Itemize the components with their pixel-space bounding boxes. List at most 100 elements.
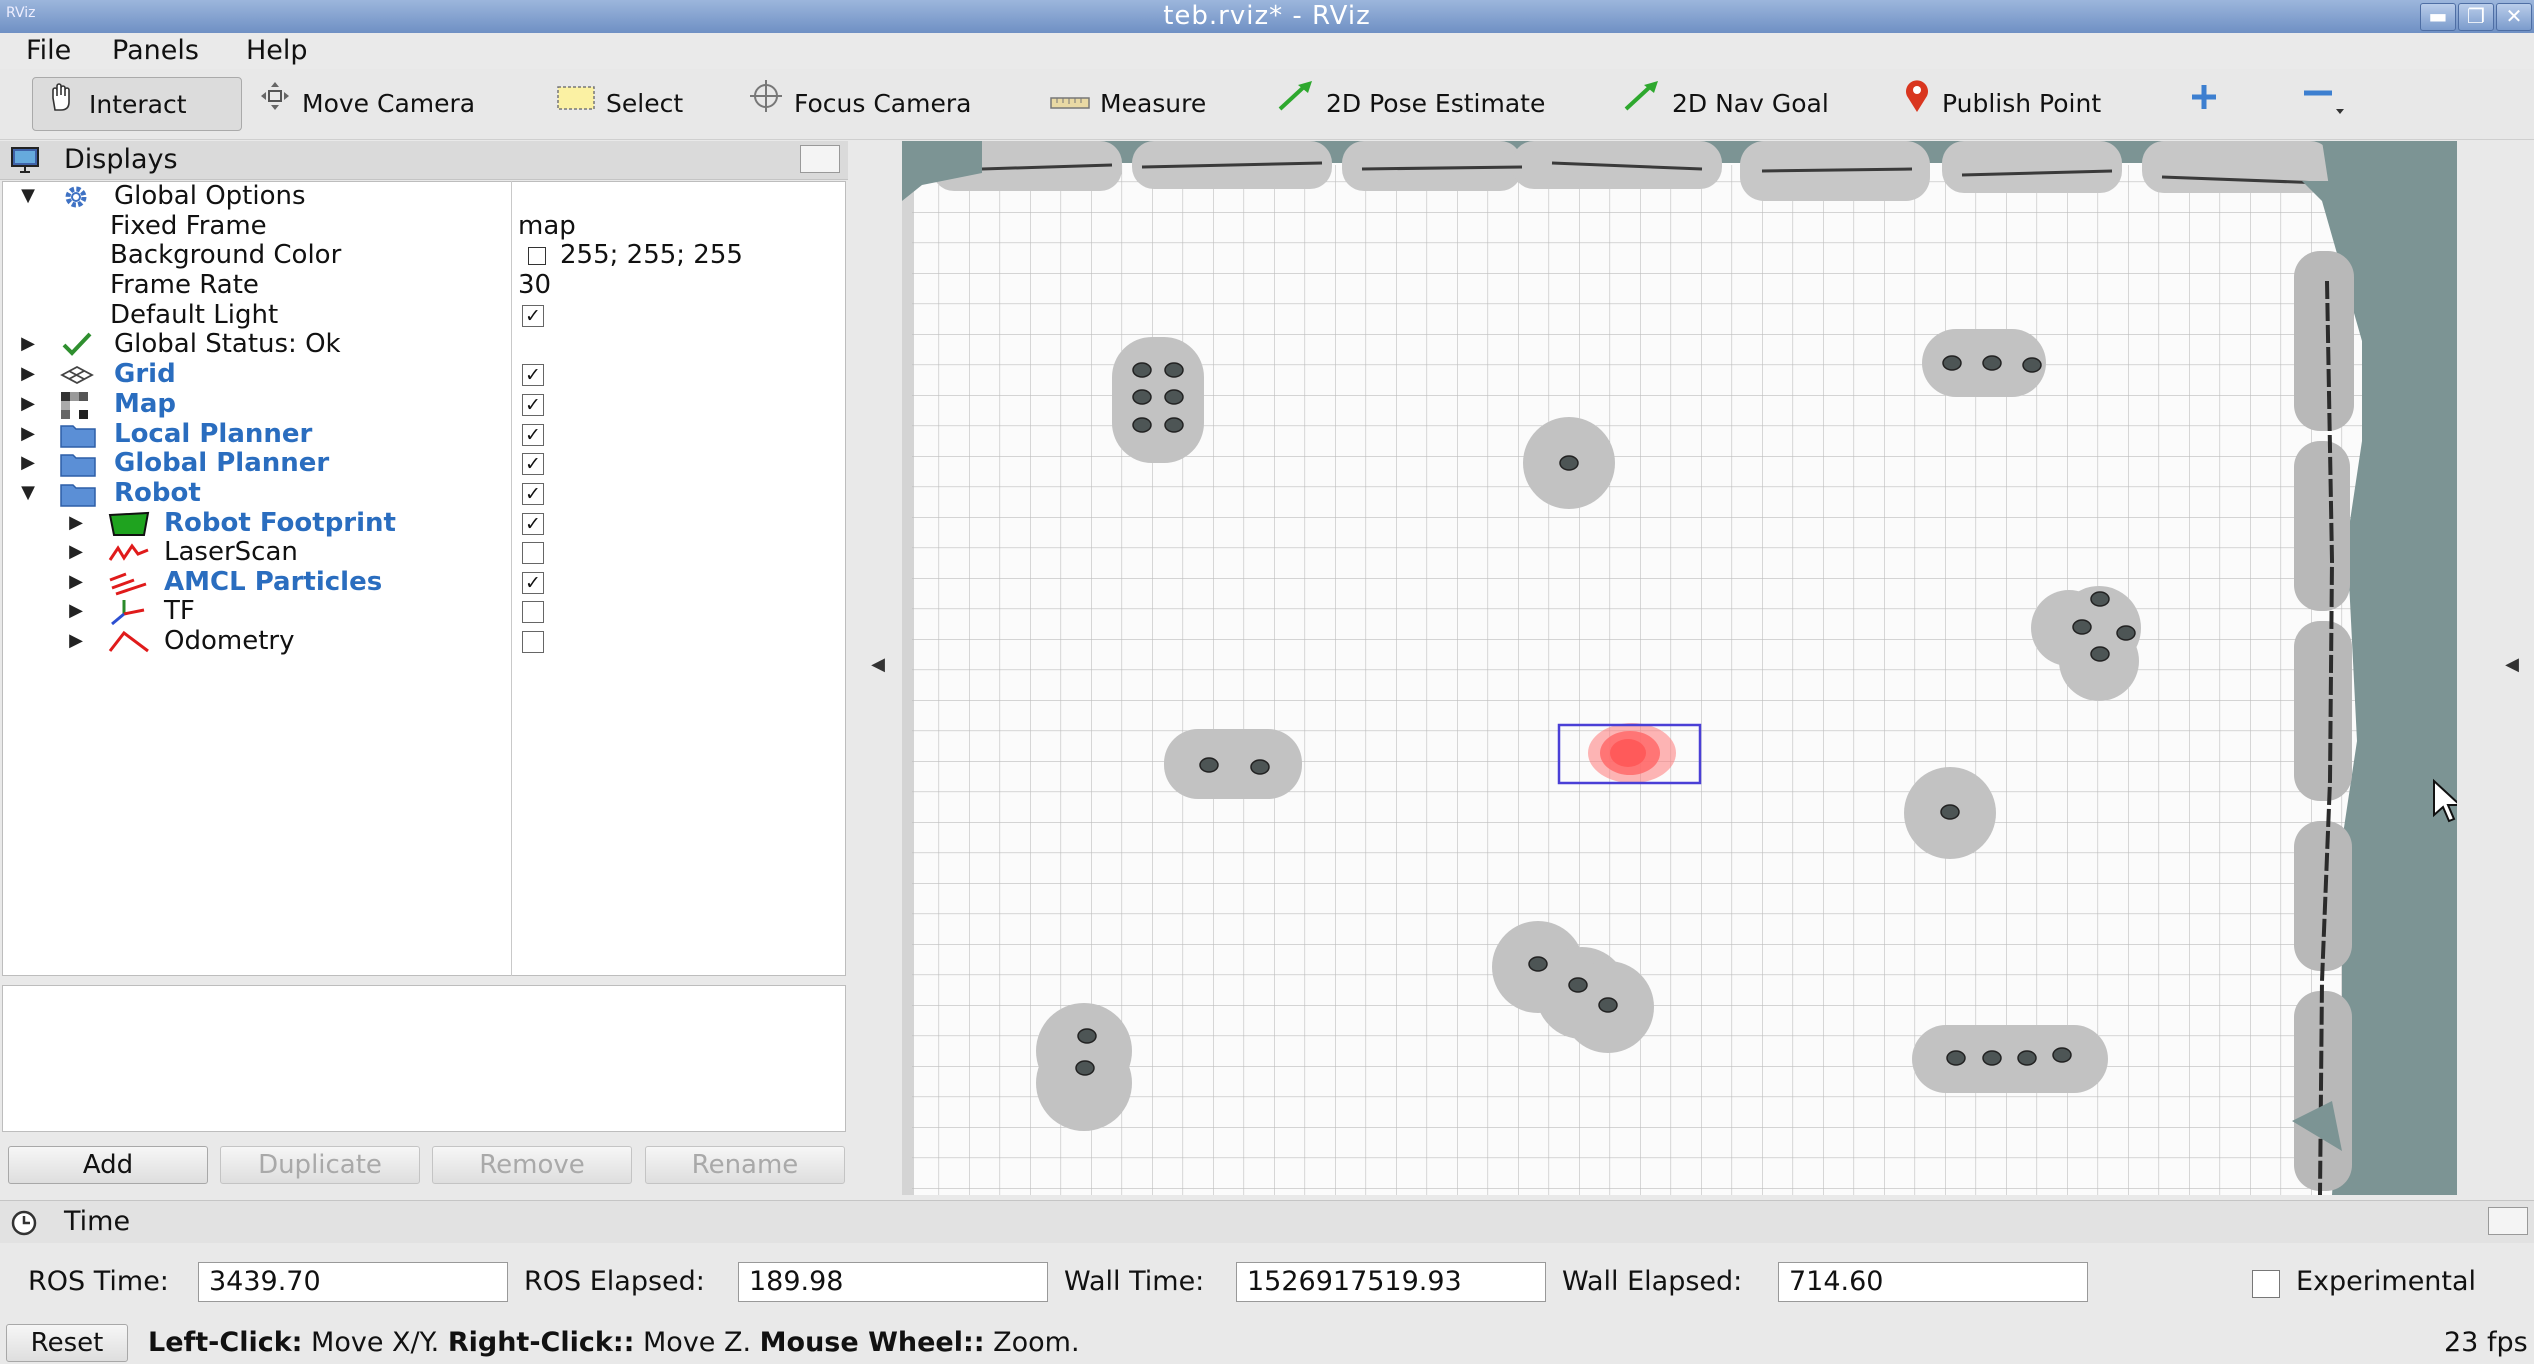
menu-file[interactable]: File xyxy=(26,33,71,69)
checkmark-icon xyxy=(62,331,92,364)
collapsed-arrow-icon[interactable]: ▶ xyxy=(66,601,86,621)
tool-2d-pose-estimate[interactable]: 2D Pose Estimate xyxy=(1276,77,1545,131)
gear-icon xyxy=(62,183,90,218)
collapse-right-panel-button[interactable]: ◀ xyxy=(2502,650,2522,680)
fps-counter: 23 fps xyxy=(2444,1327,2528,1358)
collapsed-arrow-icon[interactable]: ▶ xyxy=(66,572,86,592)
wall-elapsed-field[interactable]: 714.60 xyxy=(1778,1262,2088,1302)
window-titlebar: RViz teb.rviz* - RViz ▬ ❐ ✕ xyxy=(0,0,2534,33)
ros-time-label: ROS Time: xyxy=(28,1266,169,1297)
close-button[interactable]: ✕ xyxy=(2496,3,2532,31)
minus-icon xyxy=(2300,77,2348,136)
collapsed-arrow-icon[interactable]: ▶ xyxy=(66,631,86,651)
wall-time-label: Wall Time: xyxy=(1064,1266,1205,1297)
display-checkbox[interactable]: ✓ xyxy=(522,572,544,594)
wall-elapsed-label: Wall Elapsed: xyxy=(1562,1266,1743,1297)
hand-icon xyxy=(45,79,79,133)
display-checkbox[interactable] xyxy=(522,631,544,653)
panel-undock-button[interactable] xyxy=(2488,1207,2528,1235)
displays-panel-header: Displays xyxy=(0,141,848,180)
ruler-icon xyxy=(1050,78,1090,132)
tool-interact[interactable]: Interact xyxy=(32,77,242,131)
tool-move-camera[interactable]: Move Camera xyxy=(258,77,475,131)
collapsed-arrow-icon[interactable]: ▶ xyxy=(18,424,38,444)
minimize-button[interactable]: ▬ xyxy=(2420,3,2456,31)
map-pin-icon xyxy=(1902,78,1932,133)
display-checkbox[interactable]: ✓ xyxy=(522,513,544,535)
mouse-wheel-action: Zoom. xyxy=(984,1327,1080,1358)
tree-label: Frame Rate xyxy=(110,270,259,300)
tree-label: Default Light xyxy=(110,300,279,330)
amcl-particle-cloud xyxy=(1588,723,1676,783)
select-icon xyxy=(556,78,596,132)
tree-label: Robot xyxy=(114,478,201,508)
ros-elapsed-field[interactable]: 189.98 xyxy=(738,1262,1048,1302)
tool-2d-pose-estimate-label: 2D Pose Estimate xyxy=(1326,89,1546,118)
frame-rate-value[interactable]: 30 xyxy=(518,270,551,300)
displays-panel-title: Displays xyxy=(64,144,178,175)
menu-bar: File Panels Help xyxy=(0,33,2534,69)
collapsed-arrow-icon[interactable]: ▶ xyxy=(18,364,38,384)
move-camera-icon xyxy=(258,78,292,132)
tree-label: Global Options xyxy=(114,181,306,211)
add-display-button[interactable]: Add xyxy=(8,1146,208,1184)
tool-move-camera-label: Move Camera xyxy=(302,89,476,118)
display-checkbox[interactable]: ✓ xyxy=(522,483,544,505)
display-checkbox[interactable]: ✓ xyxy=(522,394,544,416)
laserscan-icon xyxy=(108,540,150,573)
toolbar: Interact Move Camera Select Focus Camera… xyxy=(0,69,2534,140)
reset-button[interactable]: Reset xyxy=(6,1324,128,1362)
tool-publish-point[interactable]: Publish Point xyxy=(1902,77,2101,131)
right-click-key: Right-Click:: xyxy=(447,1327,635,1358)
tool-interact-label: Interact xyxy=(89,90,187,119)
collapsed-arrow-icon[interactable]: ▶ xyxy=(18,394,38,414)
maximize-button[interactable]: ❐ xyxy=(2458,3,2494,31)
fixed-frame-value[interactable]: map xyxy=(518,211,576,241)
tree-column-divider[interactable] xyxy=(511,181,512,976)
tree-label: Global Status: Ok xyxy=(114,329,341,359)
ros-time-field[interactable]: 3439.70 xyxy=(198,1262,508,1302)
right-click-action: Move Z. xyxy=(634,1327,760,1358)
display-checkbox[interactable]: ✓ xyxy=(522,364,544,386)
display-checkbox[interactable]: ✓ xyxy=(522,453,544,475)
render-viewport[interactable] xyxy=(902,141,2457,1195)
collapse-left-panel-button[interactable]: ◀ xyxy=(868,650,888,680)
tree-label: Odometry xyxy=(164,626,295,656)
collapsed-arrow-icon[interactable]: ▶ xyxy=(18,334,38,354)
display-checkbox[interactable]: ✓ xyxy=(522,424,544,446)
expanded-arrow-icon[interactable]: ▼ xyxy=(18,483,38,503)
experimental-checkbox[interactable] xyxy=(2252,1270,2280,1298)
green-arrow-icon xyxy=(1622,78,1662,132)
mouse-wheel-key: Mouse Wheel:: xyxy=(759,1327,985,1358)
add-tool-button[interactable] xyxy=(2188,77,2230,131)
tool-2d-nav-goal[interactable]: 2D Nav Goal xyxy=(1622,77,1829,131)
tool-measure[interactable]: Measure xyxy=(1050,77,1206,131)
expanded-arrow-icon[interactable]: ▼ xyxy=(18,186,38,206)
menu-panels[interactable]: Panels xyxy=(112,33,199,69)
collapsed-arrow-icon[interactable]: ▶ xyxy=(66,542,86,562)
rename-display-button[interactable]: Rename xyxy=(645,1146,845,1184)
tool-publish-point-label: Publish Point xyxy=(1942,89,2102,118)
tree-label: LaserScan xyxy=(164,537,298,567)
tool-focus-camera[interactable]: Focus Camera xyxy=(748,77,971,131)
display-checkbox[interactable] xyxy=(522,542,544,564)
tool-select[interactable]: Select xyxy=(556,77,683,131)
tool-select-label: Select xyxy=(606,89,684,118)
collapsed-arrow-icon[interactable]: ▶ xyxy=(66,513,86,533)
folder-icon xyxy=(60,481,96,514)
default-light-checkbox[interactable]: ✓ xyxy=(522,305,544,327)
display-description-box xyxy=(2,985,846,1132)
map-canvas xyxy=(902,141,2457,1195)
remove-tool-button[interactable] xyxy=(2300,77,2358,131)
background-color-value[interactable]: 255; 255; 255 xyxy=(560,240,743,270)
wall-time-field[interactable]: 1526917519.93 xyxy=(1236,1262,1546,1302)
collapsed-arrow-icon[interactable]: ▶ xyxy=(18,453,38,473)
tool-measure-label: Measure xyxy=(1100,89,1207,118)
color-swatch[interactable] xyxy=(528,247,546,265)
panel-undock-button[interactable] xyxy=(800,145,840,173)
display-checkbox[interactable] xyxy=(522,601,544,623)
remove-display-button[interactable]: Remove xyxy=(432,1146,632,1184)
folder-icon xyxy=(60,451,96,484)
menu-help[interactable]: Help xyxy=(246,33,308,69)
duplicate-display-button[interactable]: Duplicate xyxy=(220,1146,420,1184)
